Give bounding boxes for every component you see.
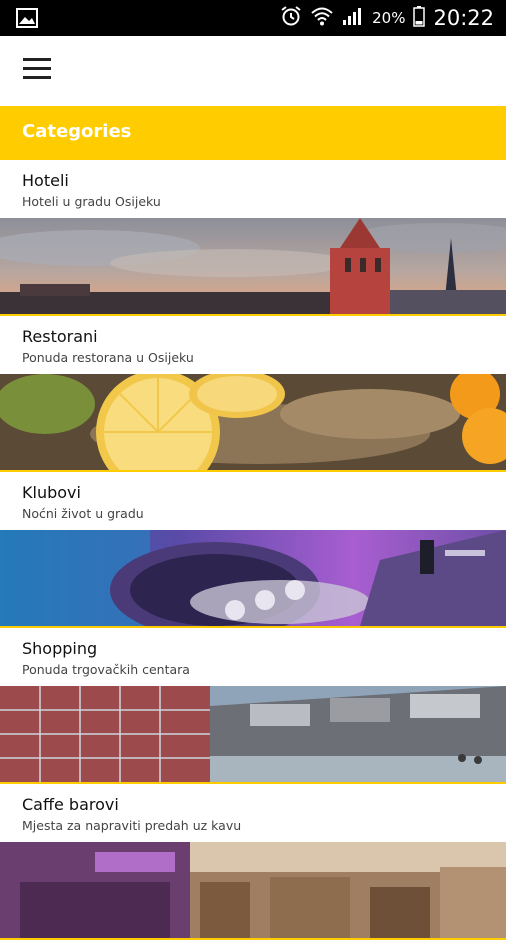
category-item-hoteli[interactable]: Hoteli Hoteli u gradu Osijeku <box>0 160 506 316</box>
gallery-notification-icon <box>16 8 38 28</box>
category-subtitle: Hoteli u gradu Osijeku <box>22 194 161 209</box>
category-item-shopping[interactable]: Shopping Ponuda trgovačkih centara <box>0 628 506 784</box>
category-item-klubovi[interactable]: Klubovi Noćni život u gradu <box>0 472 506 628</box>
wifi-icon <box>310 5 334 31</box>
category-list: Hoteli Hoteli u gradu Osijeku Restorani … <box>0 160 506 940</box>
hamburger-menu-icon[interactable] <box>16 50 58 86</box>
category-title: Caffe barovi <box>22 795 119 814</box>
alarm-icon <box>280 5 302 31</box>
category-image-klubovi <box>0 530 506 628</box>
category-title: Restorani <box>22 327 98 346</box>
category-subtitle: Noćni život u gradu <box>22 506 144 521</box>
category-image-shopping <box>0 686 506 784</box>
status-bar: 20% 20:22 <box>0 0 506 36</box>
signal-icon <box>342 6 364 30</box>
categories-header: Categories <box>0 106 506 163</box>
category-image-hoteli <box>0 218 506 316</box>
app-bar <box>0 36 506 106</box>
battery-icon <box>413 5 426 31</box>
battery-percent: 20% <box>372 9 406 27</box>
category-item-caffe-barovi[interactable]: Caffe barovi Mjesta za napraviti predah … <box>0 784 506 940</box>
category-title: Shopping <box>22 639 98 658</box>
category-item-restorani[interactable]: Restorani Ponuda restorana u Osijeku <box>0 316 506 472</box>
category-title: Hoteli <box>22 171 69 190</box>
category-subtitle: Ponuda trgovačkih centara <box>22 662 190 677</box>
clock: 20:22 <box>433 6 494 30</box>
category-image-restorani <box>0 374 506 472</box>
category-subtitle: Ponuda restorana u Osijeku <box>22 350 194 365</box>
category-title: Klubovi <box>22 483 81 502</box>
category-image-caffe-barovi <box>0 842 506 940</box>
category-subtitle: Mjesta za napraviti predah uz kavu <box>22 818 242 833</box>
page-title: Categories <box>22 121 132 142</box>
